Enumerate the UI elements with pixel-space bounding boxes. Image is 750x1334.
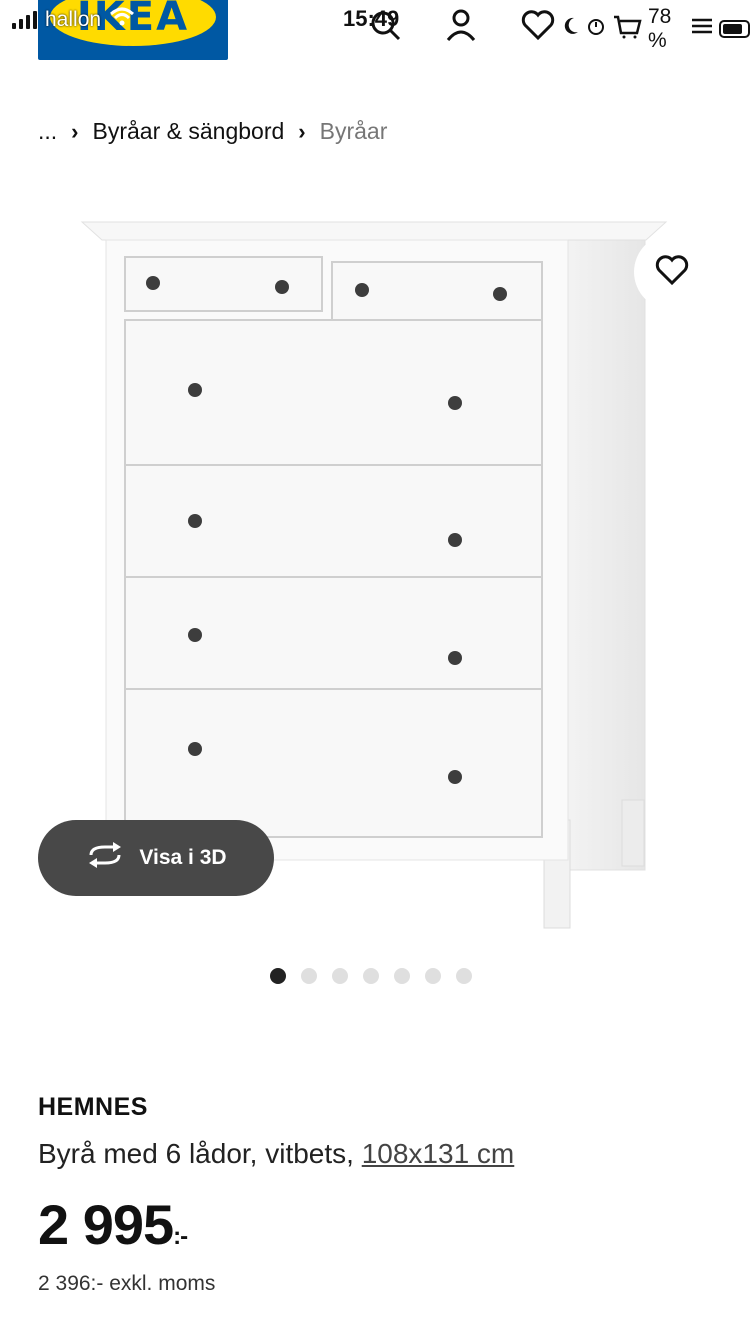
price-value: 2 995 [38, 1193, 174, 1256]
carousel-dot-active[interactable] [270, 968, 286, 984]
account-icon[interactable] [443, 6, 479, 51]
chevron-right-icon: › [298, 118, 306, 144]
rotate-3d-icon [85, 842, 125, 874]
battery-percent: 78 % [648, 5, 672, 52]
price-suffix: :- [173, 1223, 188, 1250]
alarm-icon [586, 16, 606, 42]
image-carousel-indicator [270, 968, 472, 984]
view-in-3d-button[interactable]: Visa i 3D [38, 820, 274, 896]
chevron-right-icon: › [71, 118, 79, 144]
battery-icon [719, 20, 750, 38]
carousel-dot[interactable] [332, 968, 348, 984]
moon-icon [562, 16, 580, 42]
carousel-dot[interactable] [301, 968, 317, 984]
breadcrumb: ... › Byråar & sängbord › Byråar [38, 118, 387, 145]
breadcrumb-ellipsis[interactable]: ... [38, 118, 57, 145]
price-excl-vat: 2 396:- exkl. moms [38, 1272, 216, 1295]
status-bar-right: 78 % [562, 5, 750, 53]
carousel-dot[interactable] [456, 968, 472, 984]
product-size-link[interactable]: 108x131 cm [362, 1138, 515, 1169]
search-icon[interactable] [366, 6, 406, 51]
carousel-dot[interactable] [363, 968, 379, 984]
carousel-dot[interactable] [425, 968, 441, 984]
product-name: HEMNES [38, 1093, 148, 1121]
wishlist-icon[interactable] [520, 9, 556, 46]
product-description: Byrå med 6 lådor, vitbets, 108x131 cm [38, 1138, 514, 1170]
view-in-3d-label: Visa i 3D [139, 846, 227, 869]
carrier-name: hallon [45, 8, 102, 31]
carousel-dot[interactable] [394, 968, 410, 984]
product-description-text: Byrå med 6 lådor, vitbets, [38, 1138, 362, 1169]
product-price: 2 995:- [38, 1192, 188, 1257]
menu-icon[interactable] [691, 16, 713, 42]
cart-icon[interactable] [612, 13, 642, 45]
add-to-wishlist-button[interactable] [634, 234, 710, 310]
wifi-icon [109, 7, 135, 33]
breadcrumb-level2[interactable]: Byråar [320, 118, 388, 145]
heart-icon [654, 254, 690, 291]
breadcrumb-level1[interactable]: Byråar & sängbord [93, 118, 285, 145]
status-bar-left: hallon [12, 6, 135, 34]
signal-icon [12, 11, 37, 29]
